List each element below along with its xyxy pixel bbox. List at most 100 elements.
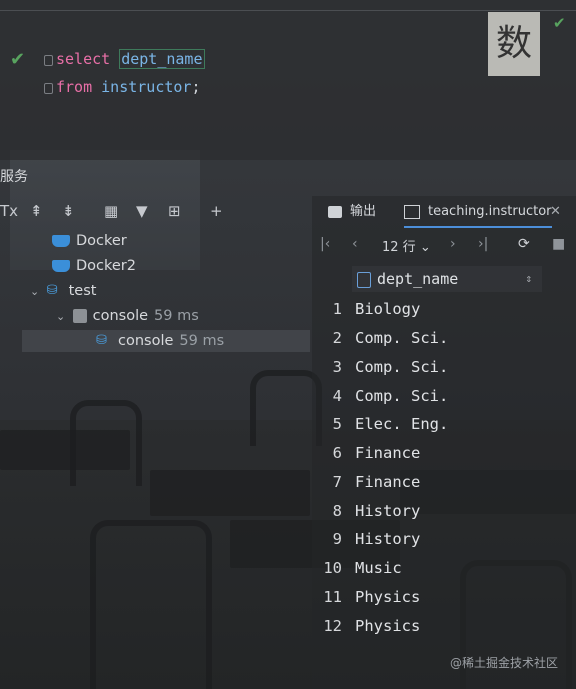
identifier-dept-name: dept_name — [119, 49, 205, 69]
tab-label: 输出 — [350, 204, 377, 219]
chevron-down-icon: ⌄ — [419, 240, 431, 255]
row-number: 6 — [332, 444, 342, 462]
row-number: 11 — [323, 588, 342, 606]
first-page-icon[interactable]: |‹ — [320, 236, 330, 252]
tree-item-console[interactable]: ⌄ console 59 ms — [56, 305, 199, 327]
table-row[interactable]: 9 History — [312, 525, 552, 554]
next-page-icon[interactable]: › — [450, 236, 456, 252]
execution-time: 59 ms — [179, 333, 225, 349]
output-icon — [328, 205, 342, 218]
cell-dept-name[interactable]: Finance — [355, 439, 420, 468]
code-line-1[interactable]: select dept_name — [56, 48, 205, 70]
run-success-check-icon: ✔ — [10, 49, 26, 70]
row-number: 5 — [332, 415, 342, 433]
table-row[interactable]: 7 Finance — [312, 468, 552, 497]
row-number: 7 — [332, 473, 342, 491]
close-icon[interactable]: ✕ — [550, 196, 561, 228]
table-row[interactable]: 8 History — [312, 497, 552, 526]
database-icon: ⛁ — [96, 333, 107, 348]
cell-dept-name[interactable]: Comp. Sci. — [355, 382, 448, 411]
table-icon — [404, 204, 420, 219]
results-tabs: 输出 teaching.instructor ✕ — [312, 196, 576, 228]
docker-icon — [52, 235, 70, 247]
table-row[interactable]: 3 Comp. Sci. — [312, 353, 552, 382]
keyword-select: select — [56, 50, 111, 68]
refresh-icon[interactable]: ⟳ — [518, 236, 530, 252]
prev-page-icon[interactable]: ‹ — [352, 236, 358, 252]
row-number: 8 — [332, 502, 342, 520]
execution-time: 59 ms — [154, 308, 199, 324]
add-icon[interactable]: + — [210, 200, 223, 222]
keyword-from: from — [56, 78, 93, 96]
inspection-check-icon: ✔ — [553, 14, 566, 32]
last-page-icon[interactable]: ›| — [478, 236, 488, 252]
tab-teaching-instructor[interactable]: teaching.instructor — [404, 196, 552, 228]
console-icon — [72, 309, 87, 323]
cell-dept-name[interactable]: Biology — [355, 295, 420, 324]
code-line-2[interactable]: from instructor; — [56, 76, 201, 98]
overlay-char-badge: 数 — [488, 12, 540, 76]
tree-item-docker2[interactable]: Docker2 — [52, 255, 136, 277]
tree-item-label: console — [118, 333, 174, 349]
docker-icon — [52, 260, 70, 272]
new-tab-icon[interactable]: ⊞ — [168, 200, 181, 222]
tree-item-test[interactable]: ⌄ ⛁ test — [30, 280, 96, 302]
row-number: 9 — [332, 530, 342, 548]
table-row[interactable]: 6 Finance — [312, 439, 552, 468]
stop-icon[interactable]: ■ — [552, 236, 565, 252]
filter-icon[interactable]: ▼ — [136, 200, 148, 222]
sort-icon[interactable]: ⇕ — [525, 266, 532, 292]
cell-dept-name[interactable]: Physics — [355, 583, 420, 612]
services-toolbar: Tx ⇞ ⇟ ▦ ▼ ⊞ + — [0, 196, 310, 226]
sql-editor[interactable]: ✔ select dept_name from instructor; 数 ✔ — [0, 0, 576, 160]
cell-dept-name[interactable]: Elec. Eng. — [355, 410, 448, 439]
cell-dept-name[interactable]: History — [355, 525, 420, 554]
table-row[interactable]: 5 Elec. Eng. — [312, 410, 552, 439]
tab-output[interactable]: 输出 — [328, 196, 376, 228]
row-number: 3 — [332, 358, 342, 376]
tree-item-label: Docker2 — [76, 258, 136, 274]
row-number: 1 — [332, 300, 342, 318]
database-icon: ⛁ — [46, 283, 58, 298]
table-row[interactable]: 10 Music — [312, 554, 552, 583]
watermark: @稀土掘金技术社区 — [449, 656, 558, 670]
cell-dept-name[interactable]: Comp. Sci. — [355, 353, 448, 382]
results-panel: 输出 teaching.instructor ✕ |‹ ‹ 12 行 ⌄ › ›… — [312, 196, 576, 689]
table-row[interactable]: 1 Biology — [312, 295, 552, 324]
group-by-icon[interactable]: ▦ — [104, 200, 118, 222]
pagination-bar: |‹ ‹ 12 行 ⌄ › ›| ⟳ ■ — [312, 232, 576, 260]
tree-item-console-session[interactable]: ⛁ console 59 ms — [22, 330, 310, 352]
tree-item-docker[interactable]: Docker — [52, 230, 127, 252]
identifier-instructor: instructor — [101, 78, 192, 96]
chevron-down-icon[interactable]: ⌄ — [56, 306, 68, 328]
row-number: 12 — [323, 617, 342, 635]
column-key-icon — [357, 271, 371, 288]
services-panel-title: 服务 — [0, 169, 28, 185]
tx-mode-label[interactable]: Tx — [0, 200, 18, 222]
column-header-label: dept_name — [377, 270, 459, 288]
tab-label: teaching.instructor — [428, 204, 552, 219]
fold-marker-icon[interactable] — [44, 55, 53, 66]
tree-item-label: test — [68, 283, 97, 299]
row-count-label: 12 行 — [382, 240, 416, 255]
row-count-dropdown[interactable]: 12 行 ⌄ — [382, 236, 431, 255]
cell-dept-name[interactable]: Physics — [355, 612, 420, 641]
cell-dept-name[interactable]: Music — [355, 554, 402, 583]
column-header-dept-name[interactable]: dept_name ⇕ — [352, 266, 542, 292]
fold-marker-icon[interactable] — [44, 83, 53, 94]
row-number: 4 — [332, 387, 342, 405]
chevron-down-icon[interactable]: ⌄ — [30, 281, 42, 303]
cell-dept-name[interactable]: Comp. Sci. — [355, 324, 448, 353]
cell-dept-name[interactable]: Finance — [355, 468, 420, 497]
table-row[interactable]: 12 Physics — [312, 612, 552, 641]
cell-dept-name[interactable]: History — [355, 497, 420, 526]
table-row[interactable]: 11 Physics — [312, 583, 552, 612]
expand-all-icon[interactable]: ⇞ — [30, 200, 43, 222]
collapse-all-icon[interactable]: ⇟ — [62, 200, 75, 222]
statement-terminator: ; — [191, 78, 201, 96]
table-row[interactable]: 4 Comp. Sci. — [312, 382, 552, 411]
tree-item-label: Docker — [76, 233, 127, 249]
row-number: 2 — [332, 329, 342, 347]
table-row[interactable]: 2 Comp. Sci. — [312, 324, 552, 353]
tree-item-label: console — [92, 308, 149, 324]
